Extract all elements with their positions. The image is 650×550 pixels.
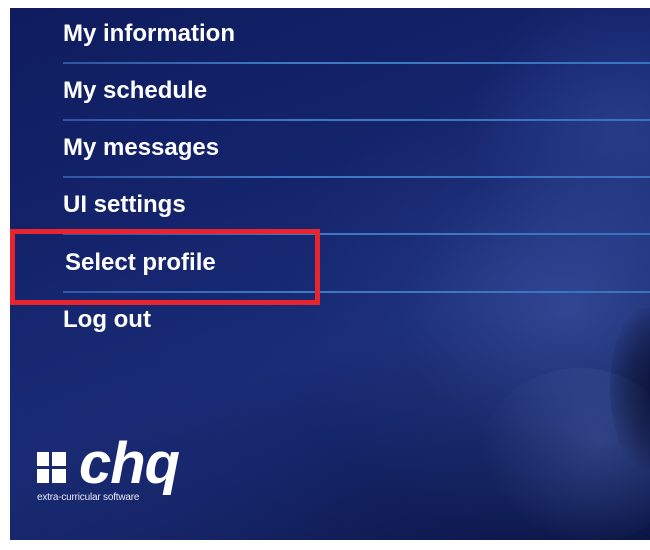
menu-item-label: Log out — [63, 306, 151, 333]
logo-tagline: extra-curricular software — [37, 492, 140, 503]
logo-wordmark: chq — [79, 431, 180, 496]
highlight-box-select-profile — [10, 229, 320, 305]
menu-item-label: My messages — [63, 134, 220, 161]
menu-item-my-schedule[interactable]: My schedule — [10, 65, 650, 122]
menu-divider — [63, 62, 650, 64]
menu-item-my-messages[interactable]: My messages — [10, 122, 650, 179]
menu-divider — [63, 119, 650, 121]
menu-item-label: My schedule — [63, 77, 208, 104]
menu-item-my-information[interactable]: My information — [10, 8, 650, 65]
menu-item-ui-settings[interactable]: UI settings — [10, 179, 650, 236]
menu-panel: My information My schedule My messages U… — [10, 8, 650, 540]
menu-item-label: My information — [63, 20, 235, 47]
chq-logo: chq extra-curricular software — [37, 434, 277, 520]
menu-item-label: UI settings — [63, 191, 186, 218]
menu-divider — [63, 176, 650, 178]
windows-grid-icon — [37, 452, 75, 484]
